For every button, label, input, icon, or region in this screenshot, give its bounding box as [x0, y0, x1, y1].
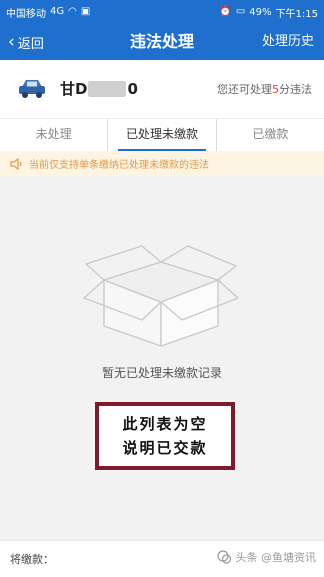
plate-prefix: 甘D: [60, 80, 88, 98]
empty-state-text: 暂无已处理未缴款记录: [101, 366, 222, 380]
notification-icon: ▣: [80, 6, 91, 17]
plate-mask: [88, 80, 127, 97]
bottom-bar: 将缴款： 头条 @鱼塘资讯: [0, 540, 324, 577]
alarm-icon: ⏰: [219, 6, 232, 17]
car-icon: [19, 80, 45, 98]
empty-box-icon: [83, 245, 239, 347]
status-bar: 中国移动 4G ◠ ▣ ⏰ ▭ 49% 下午1:15: [0, 0, 324, 24]
carrier-label: 中国移动: [6, 8, 46, 20]
vehicle-card: 甘D 0 您还可处理5分违法: [0, 60, 324, 118]
hint-pre: 您还可处理: [217, 83, 272, 96]
clock: 下午1:15: [275, 8, 318, 20]
tab-unprocessed[interactable]: 未处理: [0, 119, 107, 151]
back-label: 返回: [17, 36, 44, 52]
notice-text: 当前仅支持单条缴纳已处理未缴款的违法: [29, 160, 209, 171]
annotation-note: 此列表为空 说明已交款: [95, 402, 235, 470]
license-plate: 甘D 0: [60, 78, 138, 99]
watermark: 头条 @鱼塘资讯: [216, 549, 317, 565]
back-button[interactable]: ‹ 返回: [8, 24, 44, 60]
wifi-icon: ◠: [68, 6, 77, 17]
plate-suffix: 0: [127, 79, 138, 98]
tab-paid[interactable]: 已缴款: [217, 119, 324, 151]
status-tabs: 未处理 已处理未缴款 已缴款: [0, 118, 324, 151]
status-right: ⏰ ▭ 49% 下午1:15: [219, 5, 318, 20]
hint-count: 5: [272, 83, 279, 96]
chevron-left-icon: ‹: [8, 31, 15, 52]
network-label: 4G: [50, 6, 65, 17]
due-amount-label: 将缴款：: [10, 553, 54, 566]
annotation-line-1: 此列表为空: [122, 415, 208, 433]
history-button[interactable]: 处理历史: [262, 24, 314, 60]
annotation-line-2: 说明已交款: [122, 439, 208, 457]
tab-processed-unpaid[interactable]: 已处理未缴款: [107, 119, 217, 151]
status-left: 中国移动 4G ◠ ▣: [6, 5, 90, 20]
hint-post: 分违法: [279, 83, 312, 96]
watermark-text: 头条 @鱼塘资讯: [235, 551, 317, 564]
battery-icon: ▭: [235, 6, 246, 17]
speaker-icon: [10, 157, 22, 170]
points-hint: 您还可处理5分违法: [217, 81, 312, 97]
wechat-icon: [216, 550, 231, 564]
battery-level: 49%: [249, 6, 272, 18]
notice-bar: 当前仅支持单条缴纳已处理未缴款的违法: [0, 151, 324, 176]
nav-bar: ‹ 返回 违法处理 处理历史: [0, 24, 324, 60]
